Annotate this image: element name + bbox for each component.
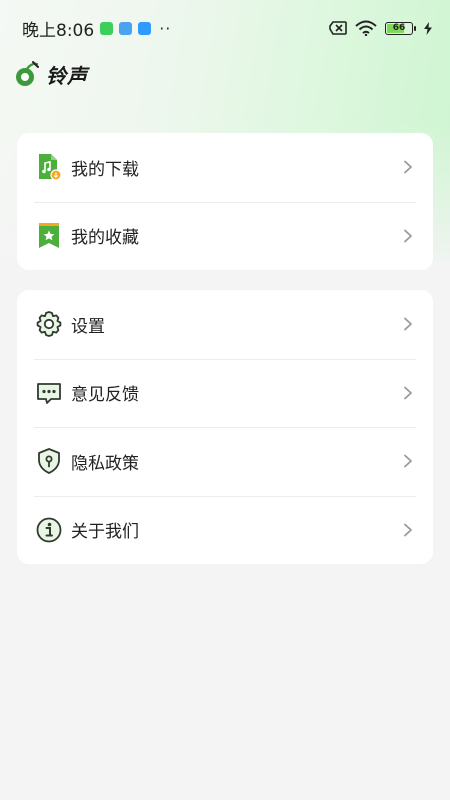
- chevron-right-icon: [401, 317, 415, 331]
- wifi-icon: [355, 20, 377, 36]
- chevron-right-icon: [401, 454, 415, 468]
- music-note-logo-icon: [16, 61, 39, 86]
- status-time: 晚上8:06: [22, 20, 95, 41]
- chevron-right-icon: [401, 523, 415, 537]
- shield-icon: [35, 447, 63, 475]
- info-icon: [35, 516, 63, 544]
- battery-cap: [414, 25, 416, 31]
- menu-item-privacy[interactable]: 隐私政策: [17, 427, 433, 496]
- status-left: 晚上8:06 ··: [22, 16, 171, 41]
- menu-item-label: 我的下载: [71, 159, 139, 180]
- card-library: 我的下载 我的收藏: [17, 133, 433, 270]
- gear-icon: [35, 310, 63, 338]
- menu-item-label: 关于我们: [71, 522, 139, 543]
- app-title: 铃声: [46, 63, 88, 88]
- menu-item-label: 隐私政策: [71, 453, 139, 474]
- cloud-notification-icon: [138, 21, 152, 35]
- battery-level: 66: [392, 23, 406, 33]
- menu-item-settings[interactable]: 设置: [17, 290, 433, 359]
- menu-item-favorites[interactable]: 我的收藏: [17, 201, 433, 271]
- charging-bolt-icon: [424, 21, 432, 35]
- more-dots-icon: ··: [159, 18, 172, 38]
- menu-item-label: 设置: [71, 316, 105, 337]
- menu-item-downloads[interactable]: 我的下载: [17, 133, 433, 202]
- chevron-right-icon: [401, 386, 415, 400]
- app-header: 铃声: [14, 58, 88, 90]
- battery-body: 66: [385, 21, 413, 35]
- menu-item-label: 意见反馈: [71, 385, 139, 406]
- menu-item-label: 我的收藏: [71, 228, 139, 249]
- status-right: 66: [329, 20, 432, 36]
- menu-item-feedback[interactable]: 意见反馈: [17, 358, 433, 428]
- card-settings: 设置 意见反馈 隐私政策 关于我们: [17, 290, 433, 564]
- calendar-notification-icon: [119, 21, 133, 35]
- app-notification-icon: [100, 21, 114, 35]
- battery-icon: 66: [385, 21, 416, 35]
- status-bar: 晚上8:06 ·· 66: [0, 0, 450, 56]
- music-file-download-icon: [35, 153, 63, 181]
- bookmark-star-icon: [35, 222, 63, 250]
- menu-item-about[interactable]: 关于我们: [17, 495, 433, 565]
- chevron-right-icon: [401, 229, 415, 243]
- sim-x-icon: [329, 21, 347, 35]
- chevron-right-icon: [401, 160, 415, 174]
- chat-bubble-icon: [35, 379, 63, 407]
